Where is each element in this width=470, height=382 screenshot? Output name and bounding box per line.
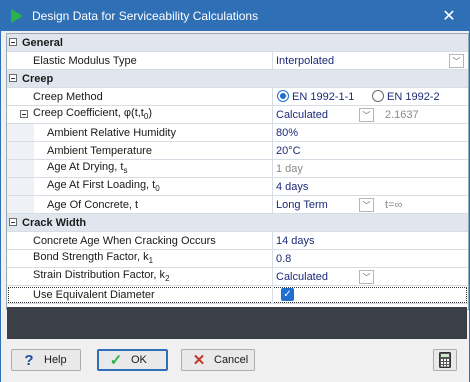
row-age-loading[interactable]: Age At First Loading, t0 4 days — [7, 178, 468, 196]
row-creep-coefficient[interactable]: Creep Coefficient, φ(t,t0) Calculated ﹀ … — [7, 106, 468, 124]
row-bond-strength[interactable]: Bond Strength Factor, k1 0.8 — [7, 250, 468, 268]
chevron-down-icon[interactable]: ﹀ — [449, 54, 464, 68]
elastic-modulus-label: Elastic Modulus Type — [33, 54, 137, 67]
help-button[interactable]: ? Help — [11, 349, 81, 371]
section-general[interactable]: General — [7, 34, 468, 52]
temperature-value[interactable]: 20°C — [276, 145, 301, 157]
strain-distribution-value[interactable]: Calculated — [276, 271, 328, 283]
row-temperature[interactable]: Ambient Temperature 20°C — [7, 142, 468, 160]
humidity-value[interactable]: 80% — [276, 127, 298, 139]
title-bar: Design Data for Serviceability Calculati… — [1, 1, 469, 31]
age-concrete-value[interactable]: Long Term — [276, 199, 328, 211]
bond-strength-value[interactable]: 0.8 — [276, 253, 291, 265]
row-humidity[interactable]: Ambient Relative Humidity 80% — [7, 124, 468, 142]
age-drying-label: Age At Drying, ts — [47, 161, 128, 176]
radio-en-1992-1-1[interactable] — [277, 90, 289, 102]
dialog-footer: ? Help ✓ OK ✕ Cancel — [1, 340, 469, 382]
collapse-icon[interactable] — [20, 110, 28, 118]
check-icon: ✓ — [109, 352, 123, 369]
collapse-icon[interactable] — [9, 74, 17, 82]
strain-distribution-label: Strain Distribution Factor, k2 — [33, 269, 170, 284]
age-concrete-extra: t=∞ — [385, 198, 403, 211]
chevron-down-icon[interactable]: ﹀ — [359, 198, 374, 212]
radio-en-1992-2[interactable] — [372, 90, 384, 102]
age-drying-value: 1 day — [276, 162, 303, 175]
creep-method-label: Creep Method — [33, 90, 103, 103]
row-age-drying[interactable]: Age At Drying, ts 1 day — [7, 160, 468, 178]
radio-en-1992-2-label[interactable]: EN 1992-2 — [387, 91, 440, 103]
row-creep-method[interactable]: Creep Method EN 1992-1-1 EN 1992-2 — [7, 88, 468, 106]
row-elastic-modulus[interactable]: Elastic Modulus Type Interpolated ﹀ — [7, 52, 468, 70]
section-crack-width[interactable]: Crack Width — [7, 214, 468, 232]
creep-coefficient-value[interactable]: Calculated — [276, 109, 328, 121]
bond-strength-label: Bond Strength Factor, k1 — [33, 251, 154, 266]
chevron-down-icon[interactable]: ﹀ — [359, 270, 374, 284]
help-icon: ? — [24, 351, 34, 369]
elastic-modulus-value[interactable]: Interpolated — [276, 55, 334, 67]
cancel-x-icon: ✕ — [192, 352, 206, 369]
age-concrete-label: Age Of Concrete, t — [47, 198, 139, 211]
section-label: Crack Width — [22, 216, 87, 229]
close-icon[interactable]: ✕ — [429, 1, 469, 31]
section-label: Creep — [22, 72, 54, 85]
equivalent-diameter-checkbox[interactable]: ✓ — [281, 288, 294, 301]
temperature-label: Ambient Temperature — [47, 144, 152, 157]
row-strain-distribution[interactable]: Strain Distribution Factor, k2 Calculate… — [7, 268, 468, 286]
collapse-icon[interactable] — [9, 218, 17, 226]
creep-coefficient-result: 2.1637 — [385, 108, 419, 121]
ok-button[interactable]: ✓ OK — [97, 349, 168, 371]
property-grid: General Elastic Modulus Type Interpolate… — [6, 33, 469, 310]
row-equivalent-diameter[interactable]: Use Equivalent Diameter ✓ — [7, 286, 468, 304]
age-loading-label: Age At First Loading, t0 — [47, 179, 160, 194]
equivalent-diameter-label: Use Equivalent Diameter — [33, 288, 155, 301]
row-age-concrete[interactable]: Age Of Concrete, t Long Term ﹀ t=∞ — [7, 196, 468, 214]
row-cracking-age[interactable]: Concrete Age When Cracking Occurs 14 day… — [7, 232, 468, 250]
creep-coefficient-label: Creep Coefficient, φ(t,t0) — [33, 107, 152, 122]
calculator-button[interactable] — [433, 349, 457, 371]
age-loading-value[interactable]: 4 days — [276, 181, 308, 193]
cancel-button[interactable]: ✕ Cancel — [181, 349, 255, 371]
humidity-label: Ambient Relative Humidity — [47, 126, 176, 139]
dialog-window: Design Data for Serviceability Calculati… — [0, 0, 470, 382]
section-creep[interactable]: Creep — [7, 70, 468, 88]
section-label: General — [22, 36, 63, 49]
collapse-icon[interactable] — [9, 38, 17, 46]
cracking-age-value[interactable]: 14 days — [276, 235, 315, 247]
window-title: Design Data for Serviceability Calculati… — [32, 9, 259, 23]
cracking-age-label: Concrete Age When Cracking Occurs — [33, 234, 216, 247]
calculator-icon — [439, 352, 451, 368]
chevron-down-icon[interactable]: ﹀ — [359, 108, 374, 122]
radio-en-1992-1-1-label[interactable]: EN 1992-1-1 — [292, 91, 354, 103]
app-icon — [10, 8, 26, 24]
description-panel — [7, 307, 467, 339]
